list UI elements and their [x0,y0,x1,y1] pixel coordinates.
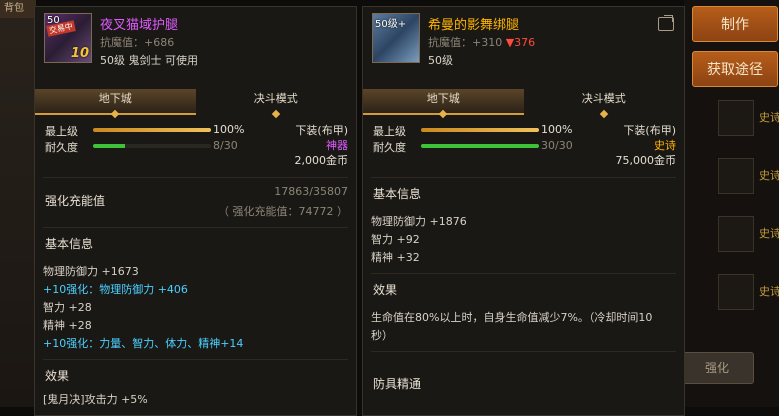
stat-line: 精神 +32 [371,251,420,264]
background-slot: 史诗 [718,100,779,136]
charge-title: 强化充能值 [45,194,106,208]
strengthen-button[interactable]: 强化 [680,352,754,384]
item-name: 夜叉猫域护腿 [100,18,179,33]
effect-line: 秒） [371,329,393,342]
divider [43,177,348,178]
durability-value: 30/30 [541,139,573,152]
item-price: 75,000金币 [615,154,677,167]
stat-line-enhance: +10强化：物理防御力 +406 [43,283,188,296]
stat-line-enhance: +10强化：力量、智力、体力、精神+14 [43,337,244,350]
item-icon: 50 交易中 10 [44,13,92,63]
item-requirement: 50级 [428,54,453,67]
background-left-sidebar: 背包 [0,0,36,407]
effect-line: [鬼月决]攻击力 +5% [43,393,148,406]
durability-value: 8/30 [213,139,238,152]
top-level-value: 100% [213,123,245,136]
enhance-level-badge: 10 [70,46,89,61]
obtain-method-button[interactable]: 获取途径 [692,51,778,87]
top-level-label: 最上级 [373,125,406,138]
top-level-label: 最上级 [45,125,78,138]
durability-bar [93,144,211,148]
tab-dungeon[interactable]: 地下城 [35,89,196,119]
stat-line: 物理防御力 +1673 [43,265,139,278]
rarity-label: 史诗 [654,139,676,152]
basic-info-title: 基本信息 [45,237,94,251]
equipment-slot: 下装(布甲) [295,124,348,137]
divider [43,227,348,228]
top-level-bar [421,128,539,132]
item-level-tag: 50级+ [375,19,407,30]
tab-diamond-icon [111,109,120,119]
mode-tabs: 地下城 决斗模式 [35,89,357,119]
charge-sub: （ 强化充能值：74772 ） [218,205,348,218]
stat-line: 物理防御力 +1876 [371,215,467,228]
durability-label: 耐久度 [45,141,78,154]
armor-mastery-title: 防具精通 [373,377,422,391]
share-icon[interactable] [658,15,674,31]
item-name: 希曼的影舞绑腿 [428,18,520,33]
item-icon: 50级+ [372,13,420,63]
item-price: 2,000金币 [294,154,349,167]
equipment-slot: 下装(布甲) [623,124,676,137]
stat-line: 精神 +28 [43,319,92,332]
effect-title: 效果 [45,369,70,383]
stat-line: 智力 +92 [371,233,420,246]
tab-pvp[interactable]: 决斗模式 [196,89,357,119]
top-level-value: 100% [541,123,573,136]
effect-line: 生命值在80%以上时，自身生命值减少7%。（冷却时间10 [371,311,653,324]
anti-magic-value: 抗魔值：+686 [100,36,175,49]
divider [43,359,348,360]
item-requirement: 50级 鬼剑士 可使用 [100,54,198,67]
tab-diamond-icon [439,109,448,119]
anti-magic-value: 抗魔值：+310 ▼376 [428,36,536,49]
durability-bar [421,144,539,148]
rarity-label: 神器 [326,139,348,152]
sidebar-tab-bag[interactable]: 背包 [0,0,36,18]
background-slot: 史诗 [718,274,779,310]
stat-line: 智力 +28 [43,301,92,314]
divider [371,273,676,274]
durability-label: 耐久度 [373,141,406,154]
effect-title: 效果 [373,283,398,297]
mode-tabs: 地下城 决斗模式 [363,89,685,119]
tab-diamond-icon [599,109,608,119]
charge-value: 17863/35807 [274,185,348,198]
tab-diamond-icon [271,109,280,119]
craft-button[interactable]: 制作 [692,6,778,42]
tab-pvp[interactable]: 决斗模式 [524,89,685,119]
background-slot: 史诗 [718,216,779,252]
divider [371,351,676,352]
anti-magic-diff: ▼376 [505,36,536,49]
divider [371,177,676,178]
background-slot: 史诗 [718,158,779,194]
tooltip-panel-compare: 50级+ 希曼的影舞绑腿 抗魔值：+310 ▼376 50级 地下城 决斗模式 … [362,6,685,416]
basic-info-title: 基本信息 [373,187,422,201]
tooltip-panel-equipped: 50 交易中 10 夜叉猫域护腿 抗魔值：+686 50级 鬼剑士 可使用 地下… [34,6,357,416]
tab-dungeon[interactable]: 地下城 [363,89,524,119]
top-level-bar [93,128,211,132]
